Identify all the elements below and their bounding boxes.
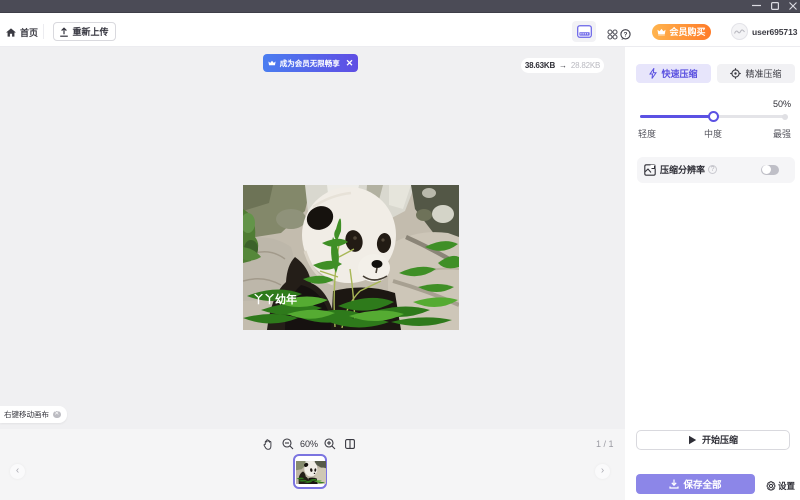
svg-text:丫丫幼年: 丫丫幼年 bbox=[253, 292, 297, 306]
svg-text:?: ? bbox=[624, 32, 628, 39]
